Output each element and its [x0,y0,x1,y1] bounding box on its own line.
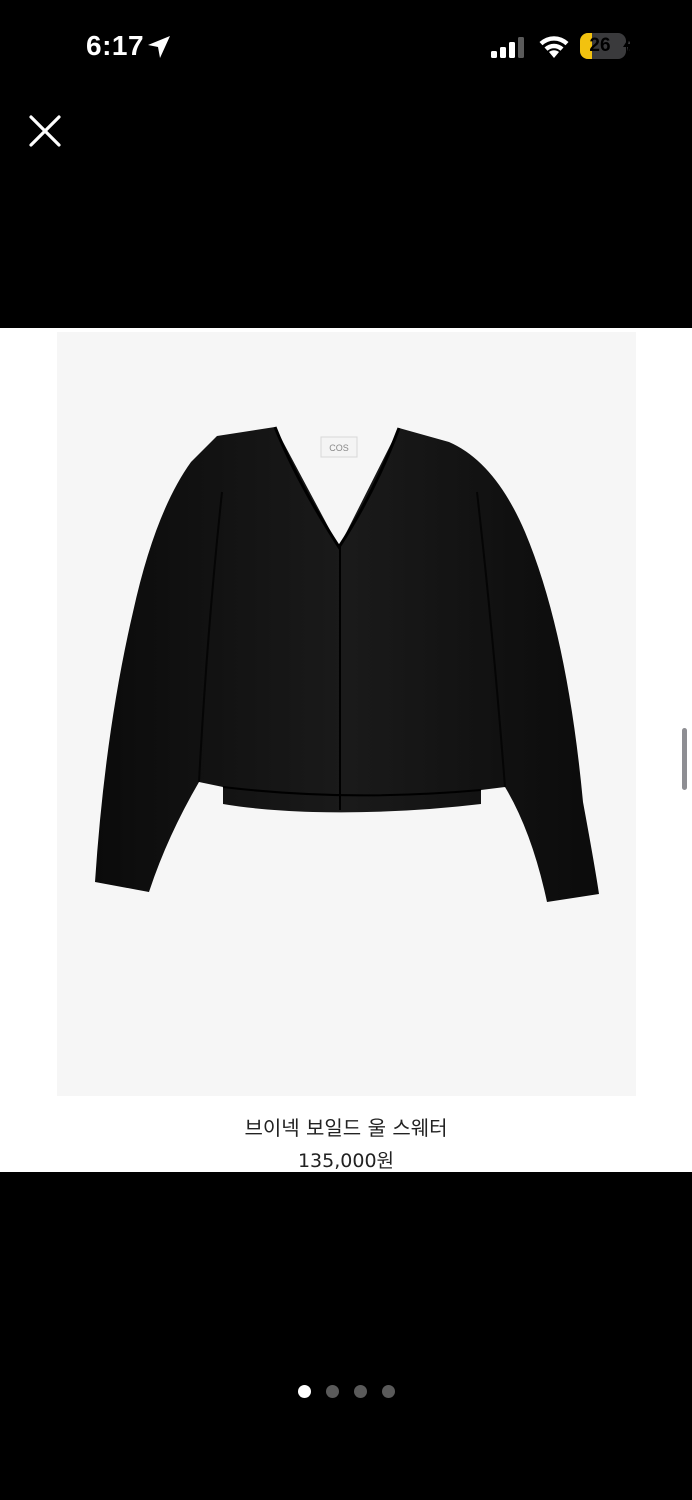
location-arrow-icon [148,36,170,58]
scroll-indicator [682,728,687,790]
page-dot-4[interactable] [381,1385,395,1398]
black-sweater-image: COS [95,426,599,902]
product-price: 135,000원 [297,1150,395,1172]
cellular-signal-icon [491,37,524,58]
brand-label: COS [329,443,349,453]
close-button[interactable] [24,110,66,152]
wifi-icon [539,36,569,58]
story-viewer: 6:17 26 COS 브이넥 보일드 울 스웨터 135,000원 [0,0,692,1500]
page-indicator [0,1385,692,1399]
status-bar: 6:17 26 [0,0,692,96]
status-time: 6:17 [86,30,145,61]
product-title[interactable]: 브이넥 보일드 울 스웨터 [0,1112,692,1141]
page-dot-3[interactable] [353,1385,367,1398]
product-image[interactable]: COS [57,332,636,1096]
product-card[interactable]: COS 브이넥 보일드 울 스웨터 135,000원 [0,328,692,1172]
battery-level: 26 [589,35,611,56]
page-dot-1[interactable] [297,1385,311,1398]
battery-indicator: 26 [580,33,626,59]
page-dot-2[interactable] [325,1385,339,1398]
battery-charging-icon [623,36,633,56]
close-icon [29,115,61,147]
